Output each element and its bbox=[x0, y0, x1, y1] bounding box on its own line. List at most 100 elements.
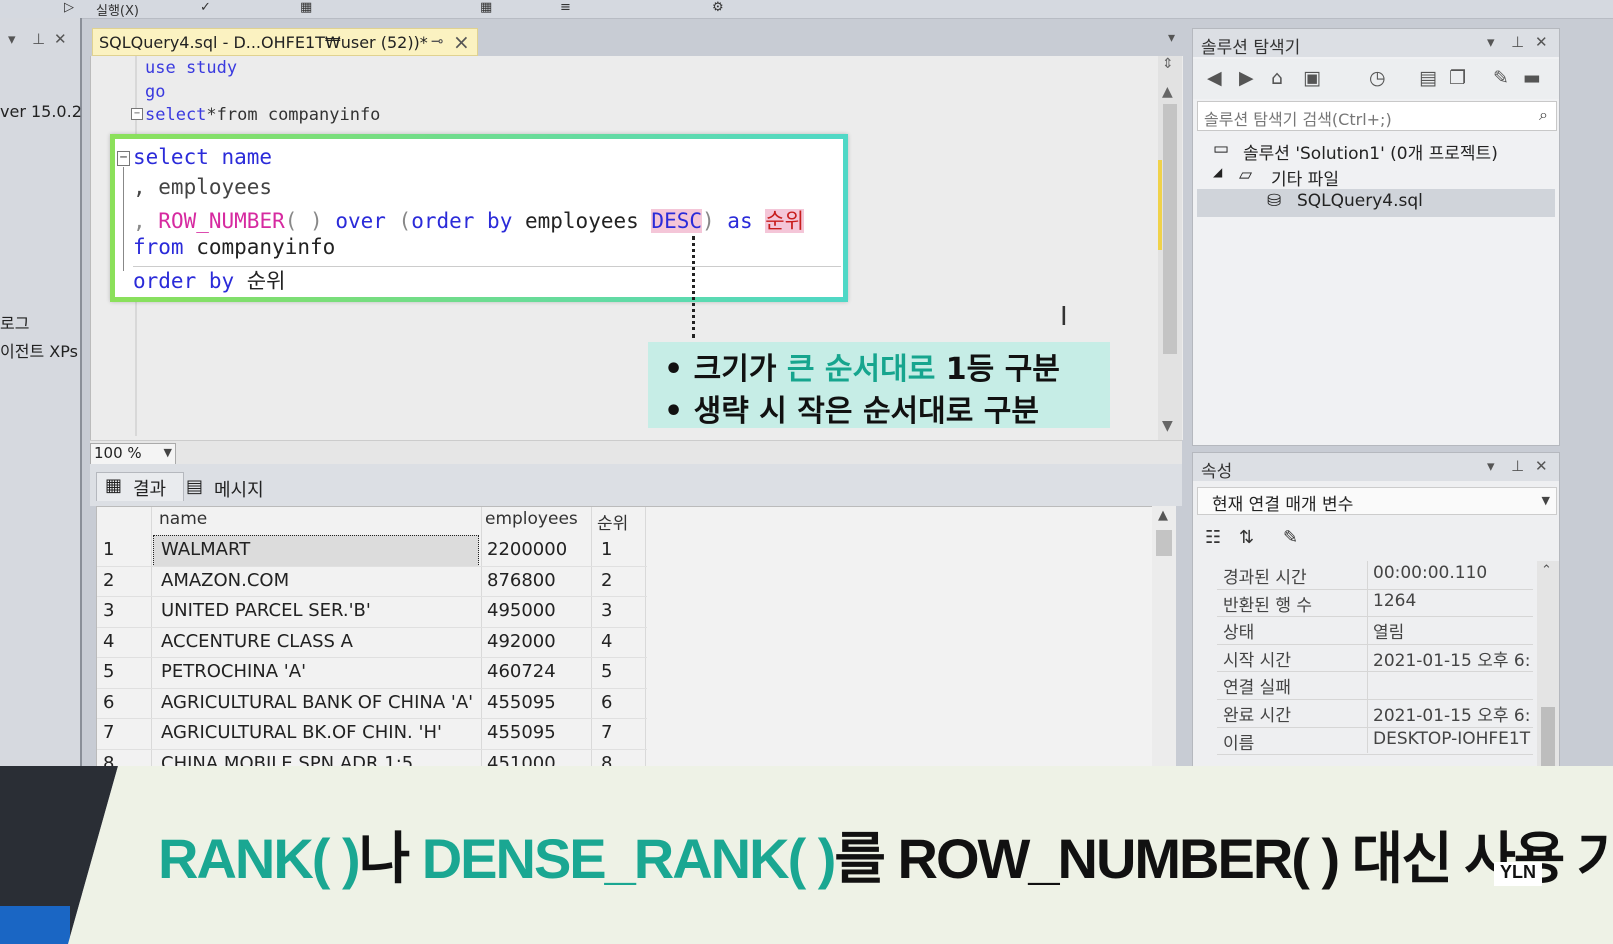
row-number[interactable]: 3 bbox=[103, 600, 114, 621]
switch-view-icon[interactable]: ▣ bbox=[1303, 67, 1321, 89]
property-name[interactable]: 반환된 행 수 bbox=[1223, 591, 1312, 616]
cell-name[interactable]: UNITED PARCEL SER.'B' bbox=[161, 600, 371, 621]
cell-name[interactable]: AGRICULTURAL BK.OF CHIN. 'H' bbox=[161, 722, 442, 743]
properties-scrollbar[interactable]: ⌃ bbox=[1537, 561, 1559, 771]
split-icon[interactable]: ⇕ bbox=[1162, 56, 1174, 72]
cell-employees[interactable]: 876800 bbox=[487, 570, 556, 591]
cell-name[interactable]: PETROCHINA 'A' bbox=[161, 661, 306, 682]
cell-rank[interactable]: 3 bbox=[601, 600, 612, 621]
scroll-down-icon[interactable]: ▼ bbox=[1162, 418, 1173, 434]
close-icon[interactable]: ✕ bbox=[54, 30, 67, 48]
collapse-toggle-icon[interactable]: − bbox=[131, 108, 143, 120]
property-value[interactable]: DESKTOP-IOHFE1T bbox=[1373, 729, 1530, 749]
home-icon[interactable]: ⌂ bbox=[1271, 67, 1283, 89]
execute-icon[interactable]: ▷ bbox=[64, 0, 74, 16]
scroll-up-icon[interactable]: ▲ bbox=[1162, 84, 1173, 100]
close-icon[interactable]: ✕ bbox=[1535, 33, 1548, 51]
object-selector[interactable]: 현재 연결 매개 변수 ▼ bbox=[1197, 487, 1557, 515]
grid-scrollbar[interactable]: ▲ bbox=[1152, 506, 1176, 766]
zoom-select[interactable]: 100 % ▼ bbox=[90, 443, 176, 465]
tree-item-file[interactable]: SQLQuery4.sql bbox=[1297, 191, 1423, 211]
scrollbar-thumb[interactable] bbox=[1163, 104, 1177, 354]
property-pages-icon[interactable]: ✎ bbox=[1283, 527, 1298, 548]
property-value[interactable]: 2021-01-15 오후 6: bbox=[1373, 646, 1530, 671]
dropdown-icon[interactable]: ▾ bbox=[8, 30, 16, 48]
scroll-up-icon[interactable]: ⌃ bbox=[1541, 563, 1552, 578]
cell-name[interactable]: AMAZON.COM bbox=[161, 570, 289, 591]
tree-item-misc-files[interactable]: 기타 파일 bbox=[1271, 165, 1339, 190]
wrench-icon[interactable]: ✎ bbox=[1493, 67, 1509, 89]
grid-icon[interactable]: ▦ bbox=[300, 0, 312, 16]
row-number[interactable]: 6 bbox=[103, 692, 114, 713]
execute-button[interactable]: 실행(X) bbox=[96, 0, 139, 19]
cell-name[interactable]: CHINA MOBILE SPN.ADR 1:5 bbox=[161, 753, 413, 768]
column-header-name[interactable]: name bbox=[159, 509, 207, 529]
minimize-icon[interactable]: ▬ bbox=[1523, 67, 1541, 89]
row-number[interactable]: 2 bbox=[103, 570, 114, 591]
collapse-toggle-icon[interactable]: − bbox=[117, 151, 130, 166]
cell-employees[interactable]: 455095 bbox=[487, 722, 556, 743]
property-name[interactable]: 완료 시간 bbox=[1223, 701, 1291, 726]
results-grid[interactable]: name employees 순위 1 WALMART 2200000 1 2 AMAZO… bbox=[96, 506, 1154, 768]
cell-employees[interactable]: 460724 bbox=[487, 661, 556, 682]
cell-employees[interactable]: 495000 bbox=[487, 600, 556, 621]
column-header-employees[interactable]: employees bbox=[485, 509, 578, 529]
property-value[interactable]: 1264 bbox=[1373, 591, 1416, 611]
cell-employees[interactable]: 492000 bbox=[487, 631, 556, 652]
cell-name[interactable]: WALMART bbox=[161, 539, 250, 560]
align-icon[interactable]: ≡ bbox=[560, 0, 571, 16]
editor-scrollbar[interactable]: ⇕ ▲ ▼ bbox=[1158, 56, 1182, 440]
cell-employees[interactable]: 455095 bbox=[487, 692, 556, 713]
close-icon[interactable]: × bbox=[453, 30, 470, 54]
forward-icon[interactable]: ▶ bbox=[1239, 67, 1254, 89]
cell-rank[interactable]: 7 bbox=[601, 722, 612, 743]
pin-icon[interactable]: ⊸ bbox=[431, 32, 444, 50]
scrollbar-thumb[interactable] bbox=[1541, 707, 1555, 767]
row-number[interactable]: 4 bbox=[103, 631, 114, 652]
alphabetical-icon[interactable]: ⇅ bbox=[1239, 527, 1254, 548]
scrollbar-thumb[interactable] bbox=[1156, 530, 1172, 556]
dropdown-icon[interactable]: ▾ bbox=[1487, 33, 1495, 51]
expand-arrow-icon[interactable]: ◢ bbox=[1213, 165, 1222, 179]
property-name[interactable]: 연결 실패 bbox=[1223, 673, 1291, 698]
pin-icon[interactable]: ⊥ bbox=[32, 30, 45, 48]
back-icon[interactable]: ◀ bbox=[1207, 67, 1222, 89]
tab-list-dropdown-icon[interactable]: ▾ bbox=[1168, 30, 1175, 46]
scroll-up-icon[interactable]: ▲ bbox=[1158, 508, 1168, 523]
close-icon[interactable]: ✕ bbox=[1535, 457, 1548, 475]
cell-employees[interactable]: 2200000 bbox=[487, 539, 567, 560]
row-number[interactable]: 7 bbox=[103, 722, 114, 743]
cell-rank[interactable]: 1 bbox=[601, 539, 612, 560]
cell-employees[interactable]: 451000 bbox=[487, 753, 556, 768]
row-number[interactable]: 1 bbox=[103, 539, 114, 560]
property-name[interactable]: 이름 bbox=[1223, 729, 1254, 754]
property-name[interactable]: 경과된 시간 bbox=[1223, 563, 1307, 588]
cell-name[interactable]: AGRICULTURAL BANK OF CHINA 'A' bbox=[161, 692, 473, 713]
row-number[interactable]: 5 bbox=[103, 661, 114, 682]
tab-results[interactable]: ▦ 결과 bbox=[96, 472, 184, 501]
row-number[interactable]: 8 bbox=[103, 753, 114, 768]
history-icon[interactable]: ◷ bbox=[1369, 67, 1386, 89]
categorized-icon[interactable]: ☷ bbox=[1205, 527, 1221, 548]
pin-icon[interactable]: ⊥ bbox=[1511, 457, 1524, 475]
cell-rank[interactable]: 6 bbox=[601, 692, 612, 713]
settings-icon[interactable]: ⚙ bbox=[712, 0, 724, 16]
column-header-rank[interactable]: 순위 bbox=[597, 509, 628, 534]
property-name[interactable]: 상태 bbox=[1223, 618, 1254, 643]
property-value[interactable]: 00:00:00.110 bbox=[1373, 563, 1487, 583]
cell-rank[interactable]: 2 bbox=[601, 570, 612, 591]
document-tab[interactable]: SQLQuery4.sql - D...OHFE1T₩user (52))* ⊸… bbox=[92, 28, 478, 56]
cell-rank[interactable]: 5 bbox=[601, 661, 612, 682]
results-grid-icon[interactable]: ▦ bbox=[480, 0, 492, 16]
dropdown-icon[interactable]: ▾ bbox=[1487, 457, 1495, 475]
agent-node[interactable]: 이전트 XPs bbox=[0, 338, 78, 362]
search-icon[interactable]: ⌕ bbox=[1539, 105, 1548, 125]
pin-icon[interactable]: ⊥ bbox=[1511, 33, 1524, 51]
tree-item-solution[interactable]: 솔루션 'Solution1' (0개 프로젝트) bbox=[1243, 139, 1498, 164]
copy-icon[interactable]: ❐ bbox=[1449, 67, 1466, 89]
cell-rank[interactable]: 8 bbox=[601, 753, 612, 768]
property-value[interactable]: 2021-01-15 오후 6: bbox=[1373, 701, 1530, 726]
log-node[interactable]: 로그 bbox=[0, 310, 29, 334]
check-icon[interactable]: ✓ bbox=[200, 0, 211, 16]
cell-rank[interactable]: 4 bbox=[601, 631, 612, 652]
